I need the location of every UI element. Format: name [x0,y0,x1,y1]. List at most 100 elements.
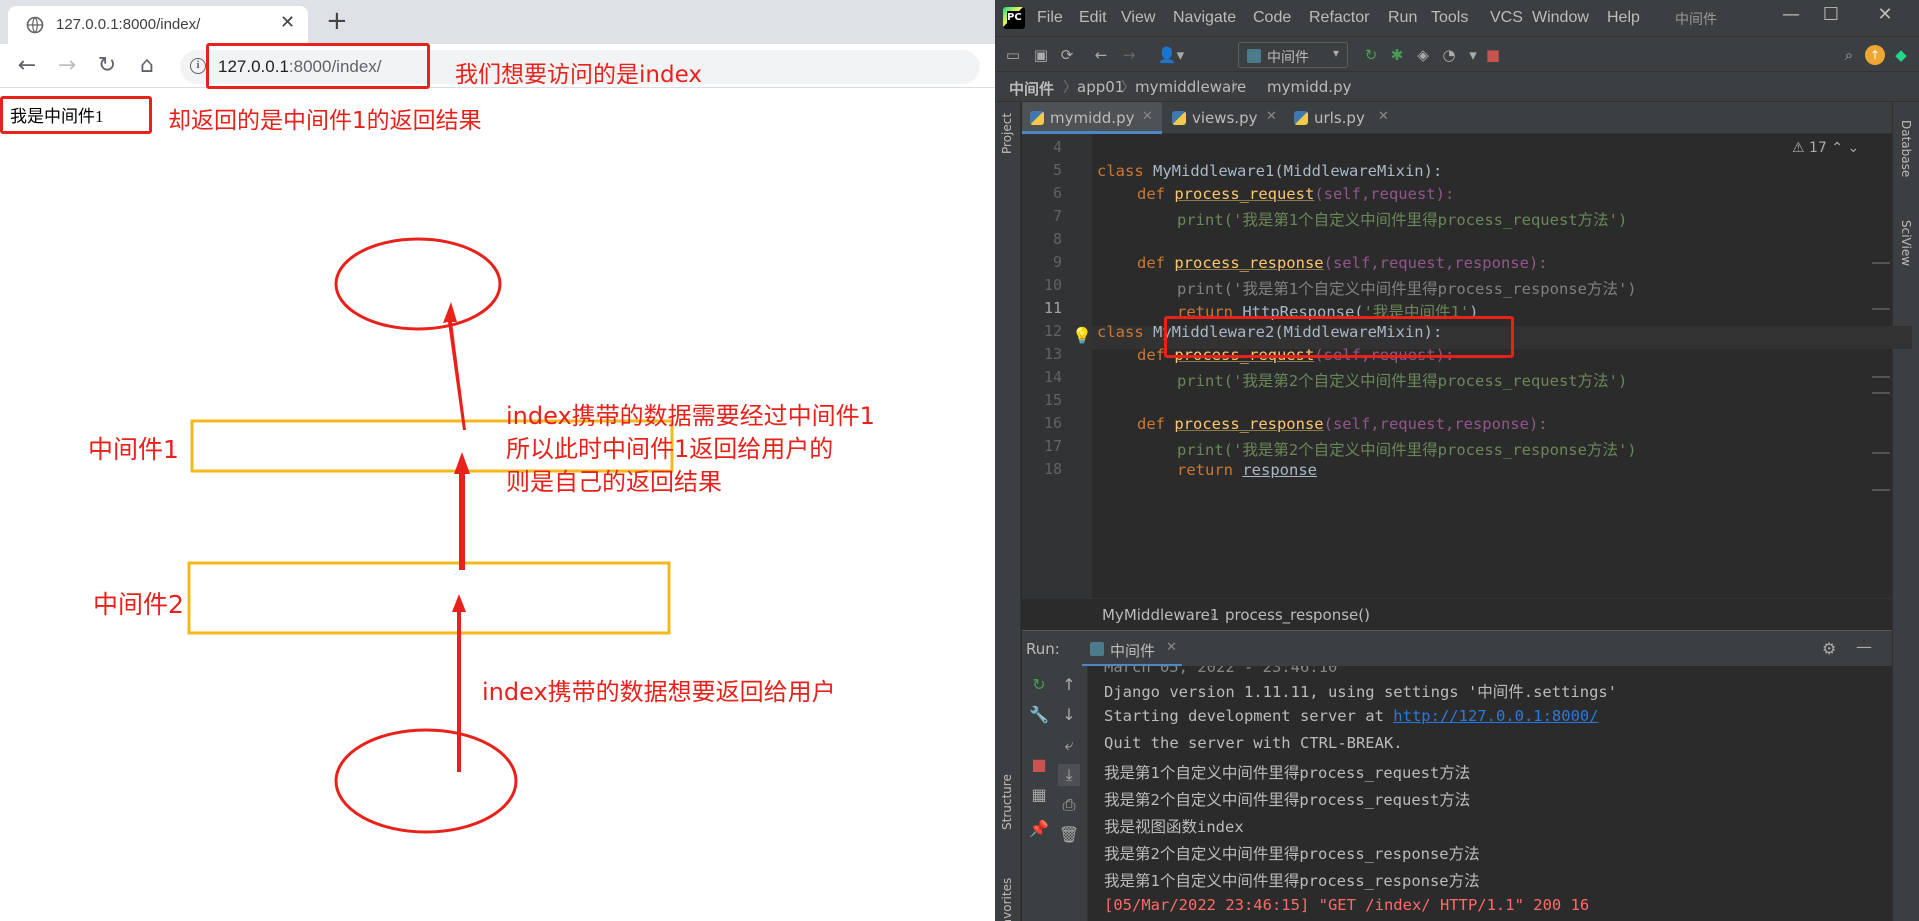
close-tab-icon[interactable]: ✕ [1266,109,1277,124]
code-line-7: print('我是第1个自定义中间件里得process_request方法') [1177,211,1628,229]
menu-vcs[interactable]: VCS [1490,9,1523,27]
scroll-up-icon[interactable]: ↑ [1058,674,1080,696]
coverage-icon[interactable]: ◈ [1413,45,1433,65]
menu-tools[interactable]: Tools [1431,9,1468,27]
soft-wrap-icon[interactable]: ⤶ [1058,734,1080,756]
chevron-down-icon: ▾ [1332,46,1339,60]
close-run-tab-icon[interactable]: ✕ [1166,640,1177,655]
crumb-mymidd[interactable]: mymidd.py [1267,78,1351,96]
run-tab[interactable]: 中间件 ✕ [1082,631,1182,667]
console-line: 我是第2个自定义中间件里得process_response方法 [1104,845,1480,863]
console-line: 我是第2个自定义中间件里得process_request方法 [1104,791,1471,809]
return-highlight-box [1164,316,1514,358]
warning-count[interactable]: ⚠ 17 ⌃ ⌄ [1792,140,1859,156]
maximize-icon[interactable]: ☐ [1811,4,1851,25]
layout-icon[interactable]: ▦ [1028,784,1050,806]
code-line-14: print('我是第2个自定义中间件里得process_request方法') [1177,372,1628,390]
hide-panel-icon[interactable]: — [1856,637,1872,656]
top-ellipse [334,237,502,331]
crumb-class[interactable]: MyMiddleware1 [1102,606,1219,624]
favorites-tool-button[interactable]: Favorites [1000,878,1014,921]
wrench-icon[interactable]: 🔧 [1028,704,1050,726]
open-folder-icon[interactable]: ▭ [1003,45,1023,65]
nav-back-icon[interactable]: ← [1091,45,1111,65]
pycharm-window: PC File Edit View Navigate Code Refactor… [995,0,1919,921]
line-gutter: 4 5 6 7 8 9 10 11 12 13 14 15 16 17 18 💡 [1022,134,1092,598]
django-icon [1090,642,1104,656]
project-breadcrumb: 中间件 〉 app01 〉 mymiddleware 〉 mymidd.py [995,72,1919,102]
run-config-select[interactable]: 中间件 ▾ [1238,42,1348,68]
rerun-icon[interactable]: ↻ [1028,674,1050,696]
code-line-9: def process_response(self,request,respon… [1137,254,1548,272]
minimize-icon[interactable]: — [1771,4,1811,25]
print-icon[interactable]: ⎙ [1058,794,1080,816]
menu-file[interactable]: File [1037,9,1063,27]
code-editor[interactable]: 4 5 6 7 8 9 10 11 12 13 14 15 16 17 18 💡… [1022,134,1912,598]
console-line: 我是第1个自定义中间件里得process_request方法 [1104,764,1471,782]
lightbulb-icon[interactable]: 💡 [1072,326,1092,345]
close-tab-icon[interactable]: ✕ [1378,109,1389,124]
sync-icon[interactable]: ⟳ [1057,45,1077,65]
menu-refactor[interactable]: Refactor [1309,9,1369,27]
settings-gear-icon[interactable]: ⚙ [1822,639,1836,658]
crumb-method[interactable]: process_response() [1225,606,1370,624]
code-line-6: def process_request(self,request): [1137,185,1455,203]
django-icon [1247,49,1261,63]
ide-menubar: PC File Edit View Navigate Code Refactor… [995,0,1919,36]
tab-views[interactable]: views.py ✕ [1164,102,1284,134]
tab-urls[interactable]: urls.py ✕ [1286,102,1396,134]
code-line-18: return response [1177,461,1317,479]
bottom-ellipse [334,728,518,834]
menu-run[interactable]: Run [1388,9,1417,27]
tab-mymidd[interactable]: mymidd.py ✕ [1022,102,1162,134]
nav-forward-icon[interactable]: → [1119,45,1139,65]
server-link[interactable]: http://127.0.0.1:8000/ [1393,707,1598,725]
code-line-5: class MyMiddleware1(MiddlewareMixin): [1097,162,1443,180]
scroll-down-icon[interactable]: ↓ [1058,704,1080,726]
crumb-project[interactable]: 中间件 [1009,78,1054,99]
run-console[interactable]: March 05, 2022 - 23:46:10 Django version… [1088,666,1892,921]
menu-view[interactable]: View [1121,9,1155,27]
code-line-10: print('我是第1个自定义中间件里得process_response方法') [1177,280,1637,298]
update-icon[interactable]: ↑ [1865,45,1885,65]
code-line-17: print('我是第2个自定义中间件里得process_response方法') [1177,441,1637,459]
project-tool-button[interactable]: Project [1000,113,1014,154]
right-tool-strip: Database SciView [1892,102,1919,921]
crumb-mymiddleware[interactable]: mymiddleware [1135,78,1246,96]
stop-icon[interactable]: ■ [1483,45,1503,65]
crumb-app01[interactable]: app01 [1077,78,1124,96]
menu-edit[interactable]: Edit [1079,9,1107,27]
python-file-icon [1030,111,1044,125]
trash-icon[interactable]: 🗑 [1058,824,1080,846]
menu-code[interactable]: Code [1253,9,1291,27]
structure-tool-button[interactable]: Structure [1000,774,1014,830]
pin-icon[interactable]: 📌 [1028,818,1050,840]
console-line: Django version 1.11.11, using settings '… [1104,683,1618,701]
debug-icon[interactable]: ✱ [1387,45,1407,65]
more-run-icon[interactable]: ▾ [1463,45,1483,65]
jetbrains-icon[interactable]: ◆ [1891,45,1911,65]
code-breadcrumb: MyMiddleware1 › process_response() [1022,598,1892,630]
scroll-to-end-icon[interactable]: ⤓ [1058,764,1080,786]
database-tool-button[interactable]: Database [1899,120,1913,177]
run-toolbar: ↻ ↑ 🔧 ↓ ⤶ ■ ⤓ ▦ ⎙ 📌 🗑 [1022,666,1088,921]
rerun-icon[interactable]: ↻ [1361,45,1381,65]
profile-icon[interactable]: ◔ [1439,45,1459,65]
close-window-icon[interactable]: ✕ [1865,4,1905,25]
menu-navigate[interactable]: Navigate [1173,9,1236,27]
python-file-icon [1294,111,1308,125]
middleware2-box [187,561,671,635]
run-label: Run: [1026,640,1060,658]
search-icon[interactable]: ⌕ [1839,45,1859,65]
menu-help[interactable]: Help [1607,9,1640,27]
vcs-user-icon[interactable]: 👤▾ [1153,45,1189,65]
menu-window[interactable]: Window [1532,9,1589,27]
code-line-16: def process_response(self,request,respon… [1137,415,1548,433]
save-icon[interactable]: ▣ [1031,45,1051,65]
close-tab-icon[interactable]: ✕ [1142,109,1153,124]
sciview-tool-button[interactable]: SciView [1899,220,1913,266]
editor-tabs: mymidd.py ✕ views.py ✕ urls.py ✕ [1022,102,1892,134]
console-line: Starting development server at http://12… [1104,707,1599,725]
stop-icon[interactable]: ■ [1028,754,1050,776]
run-panel-header: Run: 中间件 ✕ ⚙ — [1022,630,1892,667]
